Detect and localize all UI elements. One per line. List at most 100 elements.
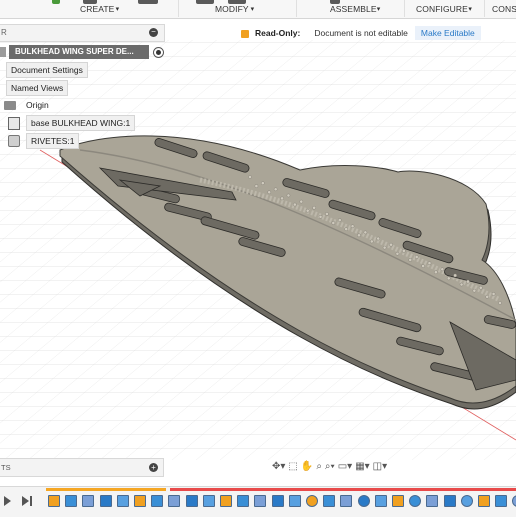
rivet [466,279,470,284]
timeline-feature-icon[interactable] [99,495,112,507]
timeline-feature-icon[interactable] [357,495,370,507]
timeline-feature-icon[interactable] [237,495,250,507]
rivet [453,273,457,278]
browser-item-label: base BULKHEAD WING:1 [26,115,136,131]
make-editable-button[interactable]: Make Editable [414,25,481,40]
timeline-feature-icon[interactable] [288,495,301,507]
timeline-feature-icon[interactable] [443,495,456,507]
minus-circle-icon[interactable]: − [149,28,158,37]
zoom-icon[interactable]: ⌕ [316,461,322,473]
menu-assemble[interactable]: ASSEMBLE [330,4,377,14]
timeline-feature-icon[interactable] [478,495,490,507]
timeline-feature-icon[interactable] [254,495,267,507]
rivet [337,218,342,222]
timeline-feature-icon[interactable] [512,495,516,507]
comments-panel-label: TS [1,463,11,472]
menu-configure[interactable]: CONFIGURE [416,4,468,14]
orbit-icon[interactable]: ✥▾ [272,461,285,473]
rivet [280,196,284,201]
zoom-window-icon[interactable]: ⌕▾ [325,461,335,473]
display-settings-icon[interactable]: ▭▾ [338,461,352,473]
rivet [325,212,329,216]
browser-header: R − [0,24,165,42]
read-only-banner: Read-Only: Document is not editable Make… [234,24,484,41]
step-end-icon[interactable] [22,496,29,506]
timeline-feature-icon[interactable] [340,495,353,507]
lock-icon [241,29,249,38]
timeline-feature-icon[interactable] [323,495,336,507]
timeline-feature-icon[interactable] [220,495,232,507]
rivet [408,258,413,262]
rivet [286,193,291,198]
rivet [376,236,381,241]
look-at-icon[interactable]: ⬚ [288,461,297,473]
rivet [382,245,387,250]
rivet [305,208,310,213]
add-comment-icon[interactable]: + [149,463,158,472]
menu-modify[interactable]: MODIFY [215,4,249,14]
browser-item-origin[interactable]: Origin [4,97,49,113]
browser-item-label: Document Settings [6,62,88,78]
chevron-down-icon: ▾ [250,6,255,13]
timeline-feature-icon[interactable] [185,495,198,507]
rivet [248,175,252,179]
navigation-bar: ✥▾ ⬚ ✋ ⌕ ⌕▾ ▭▾ ▦▾ ◫▾ [272,459,448,475]
step-end-bar [30,496,32,506]
timeline-strip-red [170,488,516,491]
browser-item-label: Named Views [6,80,69,96]
browser-root-row[interactable]: BULKHEAD WING SUPER DE... [0,44,164,60]
timeline-feature-icon[interactable] [116,495,129,507]
document-icon [0,47,6,57]
rivet [427,261,432,265]
browser-item-label: RIVETES:1 [26,133,80,149]
browser-item-rivetes[interactable]: RIVETES:1 [8,133,80,149]
rivet [369,239,374,244]
timeline-feature-icon[interactable] [134,495,146,507]
rivet [350,224,355,229]
menu-cons[interactable]: CONS [492,4,516,14]
create-sketch-icon[interactable] [52,0,60,4]
timeline-feature-icon[interactable] [306,495,318,507]
rivet [344,227,348,231]
timeline-feature-icon[interactable] [151,495,164,507]
timeline-feature-icon[interactable] [495,495,508,507]
browser-item-base-bulkhead[interactable]: base BULKHEAD WING:1 [8,115,136,131]
timeline-feature-icon[interactable] [374,495,387,507]
rivet [312,205,316,210]
timeline-feature-icon[interactable] [271,495,284,507]
read-only-title: Read-Only: [255,27,301,38]
grid-icon[interactable]: ▦▾ [355,461,369,473]
rivet [414,255,419,259]
folder-icon [4,100,16,110]
play-icon[interactable] [4,496,11,506]
timeline-feature-icon[interactable] [48,495,60,507]
timeline-feature-icon[interactable] [460,495,473,507]
timeline-feature-icon[interactable] [168,495,181,507]
timeline-feature-icon[interactable] [426,495,439,507]
timeline-feature-icon[interactable] [392,495,404,507]
menu-create[interactable]: CREATE [80,4,114,14]
browser-item-document-settings[interactable]: Document Settings [6,62,88,78]
viewports-icon[interactable]: ◫▾ [373,461,387,473]
rivet [459,282,464,287]
chevron-down-icon: ▾ [468,6,473,13]
timeline-strip-orange [46,488,166,491]
read-only-message: Document is not editable [314,27,408,38]
rivet [318,215,323,219]
rivet [478,285,483,290]
timeline-feature-icon[interactable] [65,495,78,507]
timeline-feature-icon[interactable] [409,495,422,507]
timeline-feature-icon[interactable] [202,495,215,507]
create-form-icon[interactable] [138,0,158,4]
rivet [293,202,297,207]
rivet [498,301,502,305]
browser-item-named-views[interactable]: Named Views [6,80,69,96]
rivet [273,187,278,192]
modify-tool-icon[interactable] [196,0,214,4]
chevron-down-icon: ▾ [376,6,381,13]
rivet [446,276,451,281]
activate-radio-icon[interactable] [153,46,164,58]
pan-hand-icon[interactable]: ✋ [301,461,313,473]
component-icon [8,116,20,130]
timeline-feature-icon[interactable] [82,495,95,507]
